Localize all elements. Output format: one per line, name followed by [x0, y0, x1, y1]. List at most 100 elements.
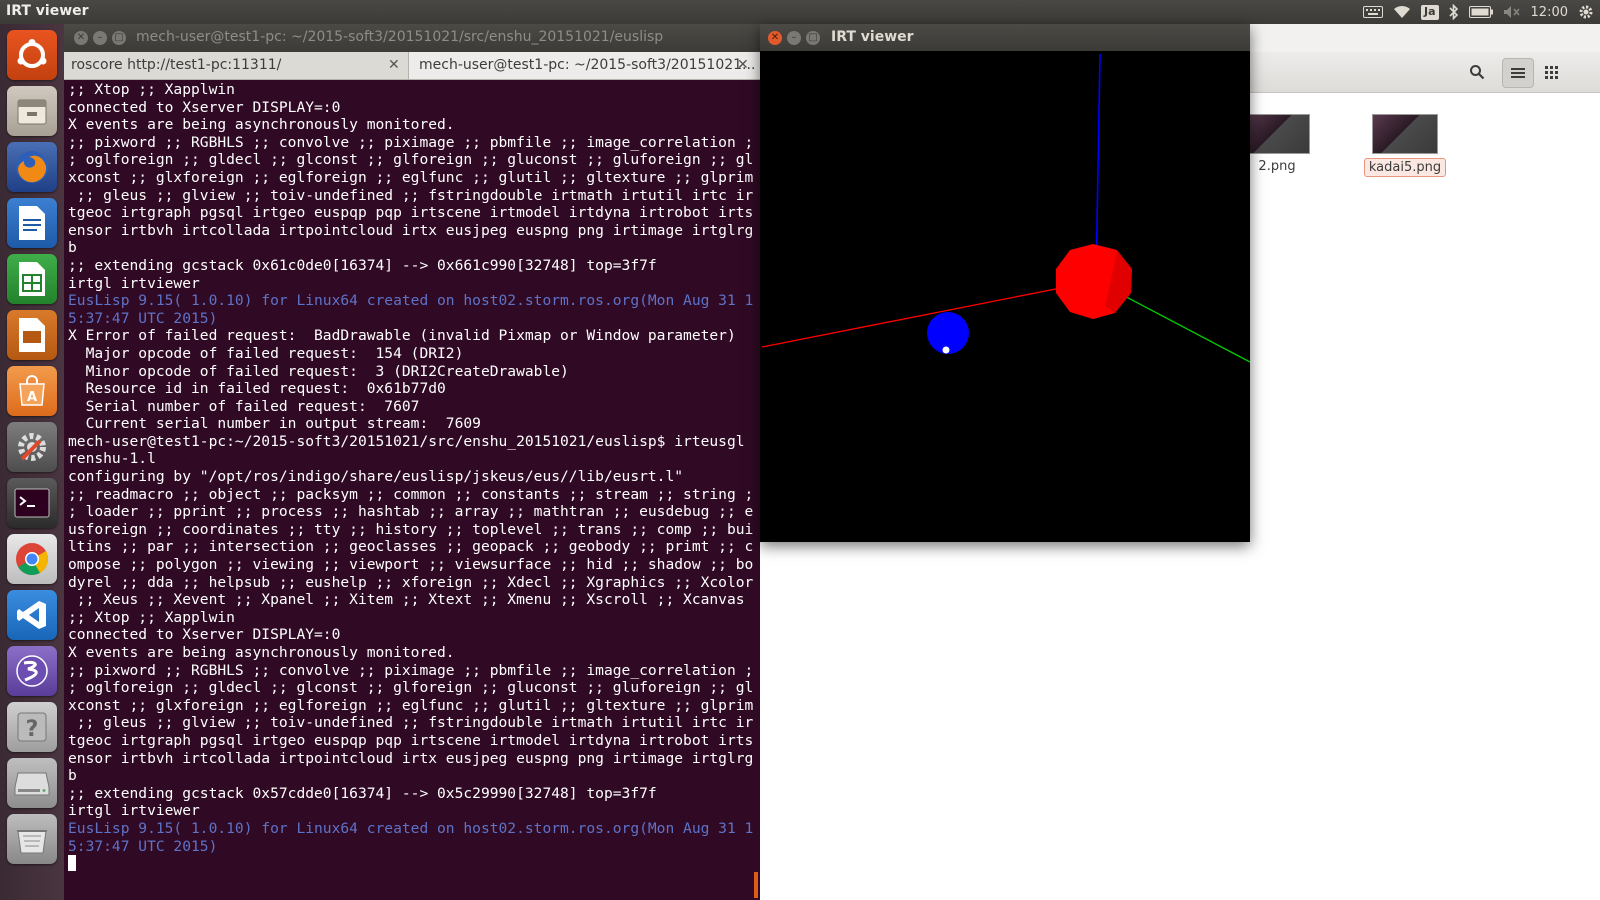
grid-view-button[interactable] — [1536, 58, 1566, 86]
volume-muted-icon[interactable] — [1503, 0, 1521, 24]
terminal-titlebar[interactable]: ✕ – □ mech-user@test1-pc: ~/2015-soft3/2… — [64, 24, 760, 52]
trash-icon[interactable] — [7, 814, 57, 864]
firefox-icon[interactable] — [7, 142, 57, 192]
terminal-line: ;; gleus ;; glview ;; toiv-undefined ;; … — [68, 186, 754, 204]
file-thumbnail — [1372, 114, 1438, 154]
minimize-button[interactable]: – — [93, 31, 107, 45]
terminal-line: X events are being asynchronously monito… — [68, 644, 455, 661]
input-method-indicator[interactable]: Ja — [1421, 4, 1439, 20]
file-item[interactable]: kadai5.png — [1360, 114, 1450, 177]
irt-viewer-canvas[interactable] — [760, 51, 1250, 542]
blue-sphere — [927, 312, 969, 354]
terminal-line: irtgl irtviewer — [68, 274, 200, 292]
terminal-line: configuring by "/opt/ros/indigo/share/eu… — [68, 468, 684, 486]
minimize-icon: – — [791, 32, 797, 43]
minimize-icon: – — [97, 32, 103, 43]
terminal-line: ompose ;; polygon ;; viewing ;; viewport… — [68, 556, 754, 574]
terminal-output[interactable]: ;; Xtop ;; Xapplwin connected to Xserver … — [68, 81, 756, 871]
libreoffice-impress-icon[interactable] — [7, 310, 57, 360]
terminal-line: dyrel ;; dda ;; helpsub ;; eushelp ;; xf… — [68, 573, 754, 591]
close-button[interactable]: ✕ — [768, 31, 782, 45]
scene-background — [760, 51, 1250, 542]
tab-close-button[interactable]: ✕ — [737, 52, 749, 79]
launcher: A ? — [0, 24, 65, 900]
svg-text:?: ? — [26, 717, 39, 742]
terminal-line: 5:37:47 UTC 2015) — [68, 309, 218, 327]
tab-close-button[interactable]: ✕ — [388, 52, 400, 79]
chrome-icon[interactable] — [7, 534, 57, 584]
irt-viewer-titlebar[interactable]: ✕ – □ IRT viewer — [760, 24, 1250, 51]
small-white-marker — [942, 346, 950, 354]
disk-drive-icon[interactable] — [7, 758, 57, 808]
terminal-line: 5:37:47 UTC 2015) — [68, 837, 218, 855]
terminal-line: ensor irtbvh irtcollada irtpointcloud ir… — [68, 221, 754, 239]
terminal-line: ;; Xeus ;; Xevent ;; Xpanel ;; Xitem ;; … — [68, 591, 745, 609]
list-view-button[interactable] — [1502, 58, 1534, 88]
terminal-line: renshu-1.l — [68, 450, 156, 468]
terminal-line: irtgl irtviewer — [68, 802, 200, 820]
terminal-line: b — [68, 767, 77, 785]
terminal-line: tgeoc irtgraph pgsql irtgeo euspqp pqp i… — [68, 731, 754, 749]
close-icon: ✕ — [76, 32, 86, 43]
terminal-line: EusLisp 9.15( 1.0.10) for Linux64 create… — [68, 819, 754, 837]
terminal-line: xconst ;; glxforeign ;; eglforeign ;; eg… — [68, 168, 754, 186]
grid-icon — [1544, 65, 1558, 79]
files-icon[interactable] — [7, 86, 57, 136]
terminal-line: X Error of failed request: BadDrawable (… — [68, 327, 736, 345]
vscode-icon[interactable] — [7, 590, 57, 640]
terminal-line: ; oglforeign ;; gldecl ;; glconst ;; glf… — [68, 679, 754, 697]
terminal-line: ;; Xtop ;; Xapplwin — [68, 81, 235, 98]
terminal-line: ensor irtbvh irtcollada irtpointcloud ir… — [68, 749, 754, 767]
terminal-scrollbar[interactable] — [754, 872, 758, 898]
terminal-line: b — [68, 239, 77, 257]
terminal-line: EusLisp 9.15( 1.0.10) for Linux64 create… — [68, 292, 754, 310]
tab-label: roscore http://test1-pc:11311/ — [71, 57, 282, 73]
bluetooth-icon[interactable] — [1448, 0, 1459, 24]
file-name: kadai5.png — [1363, 158, 1447, 177]
maximize-icon: □ — [808, 32, 818, 43]
terminal-line: ;; extending gcstack 0x57cdde0[16374] --… — [68, 784, 657, 802]
libreoffice-writer-icon[interactable] — [7, 198, 57, 248]
terminal-line: Resource id in failed request: 0x61b77d0 — [68, 380, 446, 398]
terminal-line: ltins ;; par ;; intersection ;; geoclass… — [68, 538, 754, 556]
wifi-icon[interactable] — [1393, 0, 1411, 24]
tab-roscore[interactable]: roscore http://test1-pc:11311/ ✕ — [64, 52, 408, 79]
software-center-icon[interactable]: A — [7, 366, 57, 416]
search-icon — [1470, 65, 1485, 80]
emacs-icon[interactable] — [7, 646, 57, 696]
file-name: 2.png — [1258, 159, 1296, 174]
maximize-button[interactable]: □ — [112, 31, 126, 45]
ubuntu-dash-icon[interactable] — [7, 30, 57, 80]
terminal-line: Current serial number in output stream: … — [68, 415, 481, 433]
terminal-prompt-line — [68, 855, 756, 871]
clock[interactable]: 12:00 — [1531, 0, 1568, 24]
terminal-line: tgeoc irtgraph pgsql irtgeo euspqp pqp i… — [68, 204, 754, 222]
svg-text:A: A — [27, 390, 37, 405]
close-button[interactable]: ✕ — [74, 31, 88, 45]
keyboard-icon[interactable] — [1363, 0, 1384, 24]
terminal-window: ✕ – □ mech-user@test1-pc: ~/2015-soft3/2… — [64, 24, 761, 900]
active-app-name: IRT viewer — [6, 3, 89, 19]
indicator-area: Ja 12:00 — [1363, 0, 1594, 24]
maximize-icon: □ — [114, 32, 124, 43]
list-icon — [1511, 68, 1525, 78]
gear-icon[interactable] — [1578, 0, 1594, 24]
maximize-button[interactable]: □ — [806, 31, 820, 45]
search-button[interactable] — [1462, 58, 1492, 86]
terminal-line: connected to Xserver DISPLAY=:0 — [68, 626, 341, 644]
help-icon[interactable]: ? — [7, 702, 57, 752]
system-settings-icon[interactable] — [7, 422, 57, 472]
terminal-line: xconst ;; glxforeign ;; eglforeign ;; eg… — [68, 696, 754, 714]
battery-icon[interactable] — [1468, 0, 1493, 24]
terminal-cursor — [68, 855, 76, 871]
tab-euslisp[interactable]: mech-user@test1-pc: ~/2015-soft3/2015102… — [408, 52, 761, 79]
terminal-icon[interactable] — [7, 478, 57, 528]
top-panel: IRT viewer Ja 12:00 — [0, 0, 1600, 24]
terminal-line: ;; pixword ;; RGBHLS ;; convolve ;; pixi… — [68, 133, 754, 151]
terminal-line: ;; Xtop ;; Xapplwin — [68, 608, 235, 626]
terminal-line: ;; pixword ;; RGBHLS ;; convolve ;; pixi… — [68, 661, 754, 679]
terminal-line: ; loader ;; pprint ;; process ;; hashtab… — [68, 503, 754, 521]
minimize-button[interactable]: – — [787, 31, 801, 45]
terminal-tab-bar: roscore http://test1-pc:11311/ ✕ mech-us… — [64, 52, 761, 80]
libreoffice-calc-icon[interactable] — [7, 254, 57, 304]
